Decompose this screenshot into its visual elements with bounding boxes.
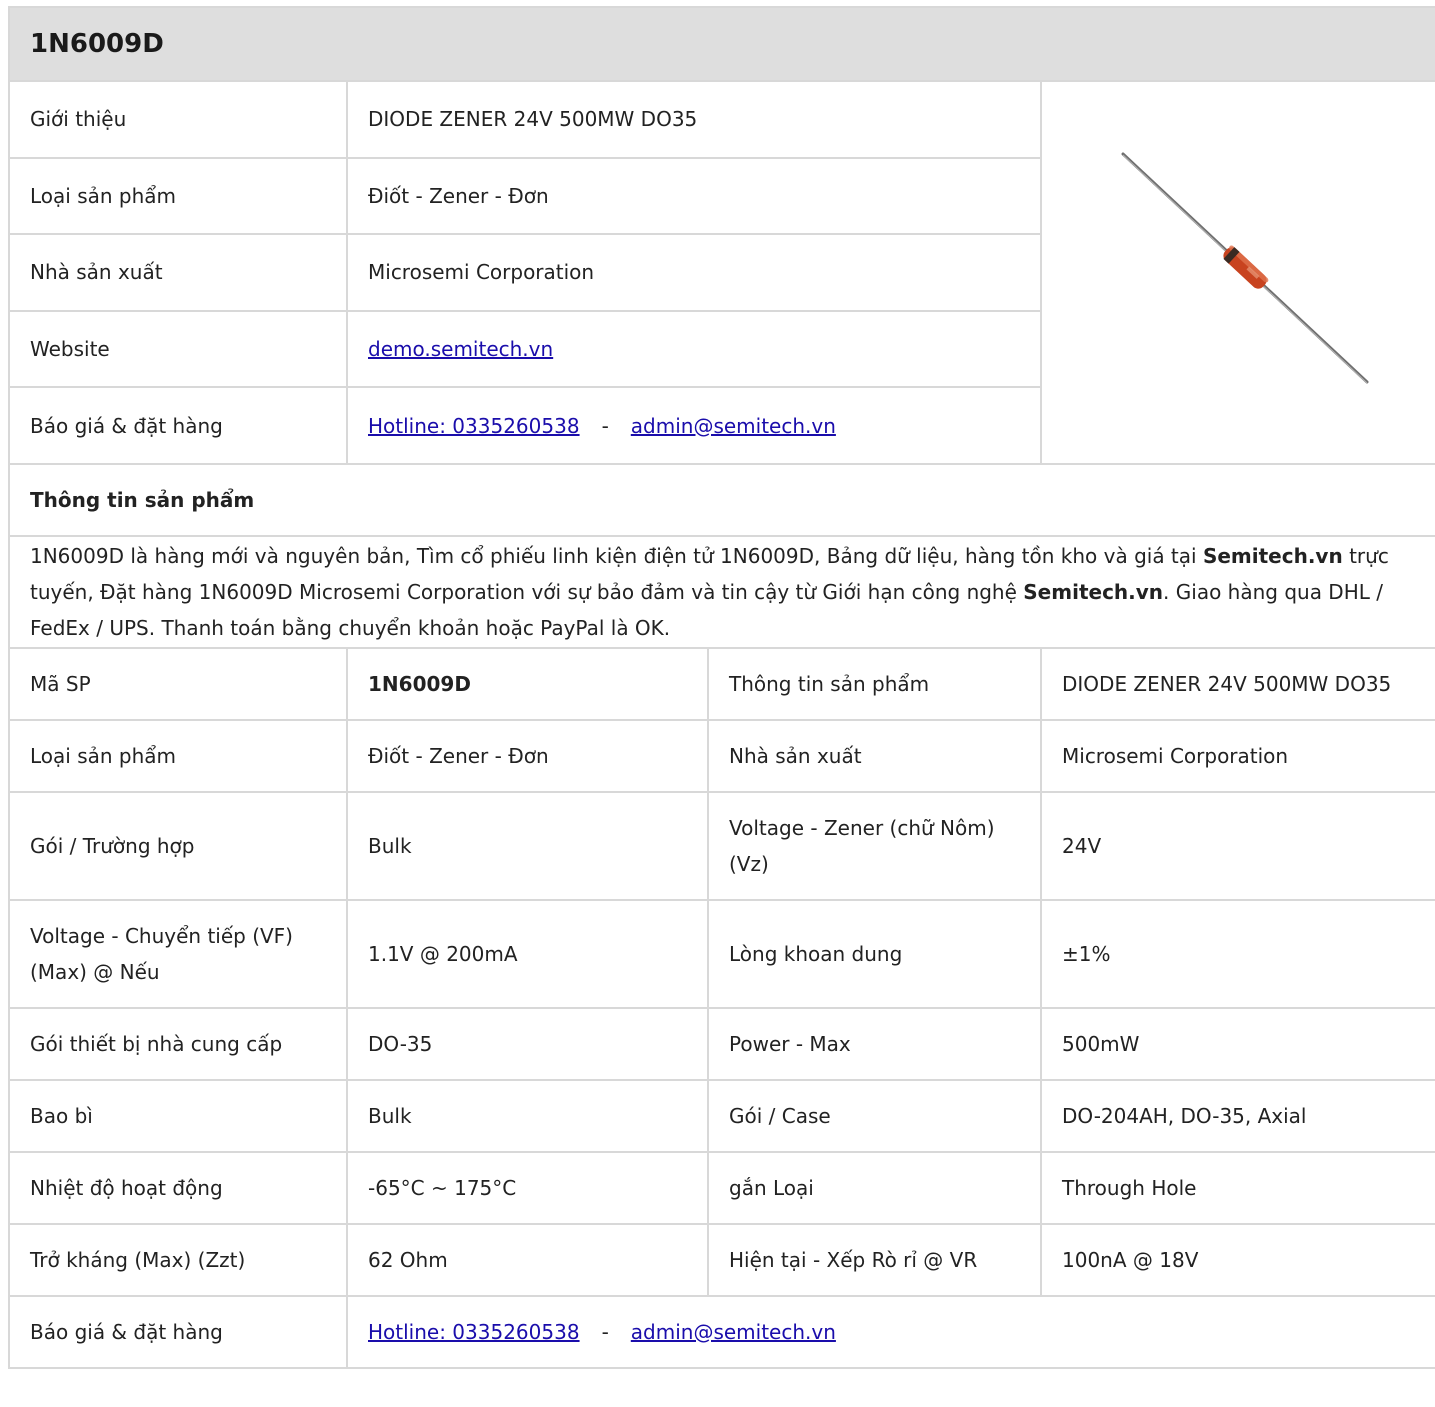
spec-value: DO-204AH, DO-35, Axial [1039,1079,1435,1153]
spec-label: Trở kháng (Max) (Zzt) [8,1223,348,1297]
spec-row: Bao bì Bulk Gói / Case DO-204AH, DO-35, … [8,1079,1435,1153]
spec-label: Power - Max [707,1007,1042,1081]
spec-row: Nhiệt độ hoạt động -65°C ~ 175°C gắn Loạ… [8,1151,1435,1225]
intro-row: Giới thiệu DIODE ZENER 24V 500MW DO35 [8,80,1435,465]
diode-image [1121,152,1369,384]
spec-value: 100nA @ 18V [1039,1223,1435,1297]
spec-row: Gói / Trường hợp Bulk Voltage - Zener (c… [8,791,1435,901]
email-link[interactable]: admin@semitech.vn [631,1320,836,1344]
section-title: Thông tin sản phẩm [7,463,1435,537]
spec-label: Thông tin sản phẩm [707,647,1042,721]
spec-row: Trở kháng (Max) (Zzt) 62 Ohm Hiện tại - … [8,1223,1435,1297]
intro-value: Điốt - Zener - Đơn [346,156,1042,236]
spec-value: Bulk [346,791,709,901]
brand-name: Semitech.vn [1202,544,1343,568]
product-description: 1N6009D là hàng mới và nguyên bản, Tìm c… [7,535,1435,649]
product-spec-table: 1N6009D Giới thiệu DIODE ZENER 24V 500MW… [7,6,1435,1369]
hotline-link[interactable]: Hotline: 0335260538 [368,414,580,438]
spec-label: Gói / Trường hợp [8,791,348,901]
spec-value: Điốt - Zener - Đơn [346,719,709,793]
link-separator: - [601,413,609,438]
intro-label: Nhà sản xuất [8,233,348,312]
spec-value: 24V [1039,791,1435,901]
spec-value: 1N6009D [346,647,709,721]
footer-order-row: Báo giá & đặt hàng Hotline: 0335260538- a… [8,1295,1435,1369]
intro-label: Loại sản phẩm [8,156,348,236]
spec-value: Through Hole [1039,1151,1435,1225]
spec-value: 500mW [1039,1007,1435,1081]
spec-value: 62 Ohm [346,1223,709,1297]
spec-label: gắn Loại [707,1151,1042,1225]
spec-value: 1.1V @ 200mA [346,899,709,1009]
spec-value: DO-35 [346,1007,709,1081]
spec-value: -65°C ~ 175°C [346,1151,709,1225]
intro-value: DIODE ZENER 24V 500MW DO35 [346,80,1042,159]
link-separator: - [601,1320,609,1344]
spec-label: Hiện tại - Xếp Rò rỉ @ VR [707,1223,1042,1297]
spec-row: Voltage - Chuyển tiếp (VF) (Max) @ Nếu 1… [8,899,1435,1009]
spec-row: Mã SP 1N6009D Thông tin sản phẩm DIODE Z… [8,647,1435,721]
order-label: Báo giá & đặt hàng [8,386,348,465]
product-title: 1N6009D [7,6,1435,82]
spec-row: Gói thiết bị nhà cung cấp DO-35 Power - … [8,1007,1435,1081]
hotline-link[interactable]: Hotline: 0335260538 [368,1320,580,1344]
spec-label: Mã SP [8,647,348,721]
spec-value: DIODE ZENER 24V 500MW DO35 [1039,647,1435,721]
spec-row: Loại sản phẩm Điốt - Zener - Đơn Nhà sản… [8,719,1435,793]
spec-label: Gói / Case [707,1079,1042,1153]
spec-label: Voltage - Zener (chữ Nôm) (Vz) [707,791,1042,901]
order-label: Báo giá & đặt hàng [8,1295,348,1369]
spec-value: Bulk [346,1079,709,1153]
spec-value: ±1% [1039,899,1435,1009]
product-image [1039,80,1435,465]
spec-label: Lòng khoan dung [707,899,1042,1009]
intro-label: Giới thiệu [8,80,348,159]
intro-value: Microsemi Corporation [346,233,1042,312]
website-label: Website [8,309,348,389]
spec-label: Bao bì [8,1079,348,1153]
spec-label: Gói thiết bị nhà cung cấp [8,1007,348,1081]
brand-name: Semitech.vn [1023,580,1164,604]
spec-label: Nhà sản xuất [707,719,1042,793]
spec-value: Microsemi Corporation [1039,719,1435,793]
website-link[interactable]: demo.semitech.vn [368,337,553,361]
spec-label: Loại sản phẩm [8,719,348,793]
spec-label: Voltage - Chuyển tiếp (VF) (Max) @ Nếu [8,899,348,1009]
spec-label: Nhiệt độ hoạt động [8,1151,348,1225]
email-link[interactable]: admin@semitech.vn [631,414,836,438]
